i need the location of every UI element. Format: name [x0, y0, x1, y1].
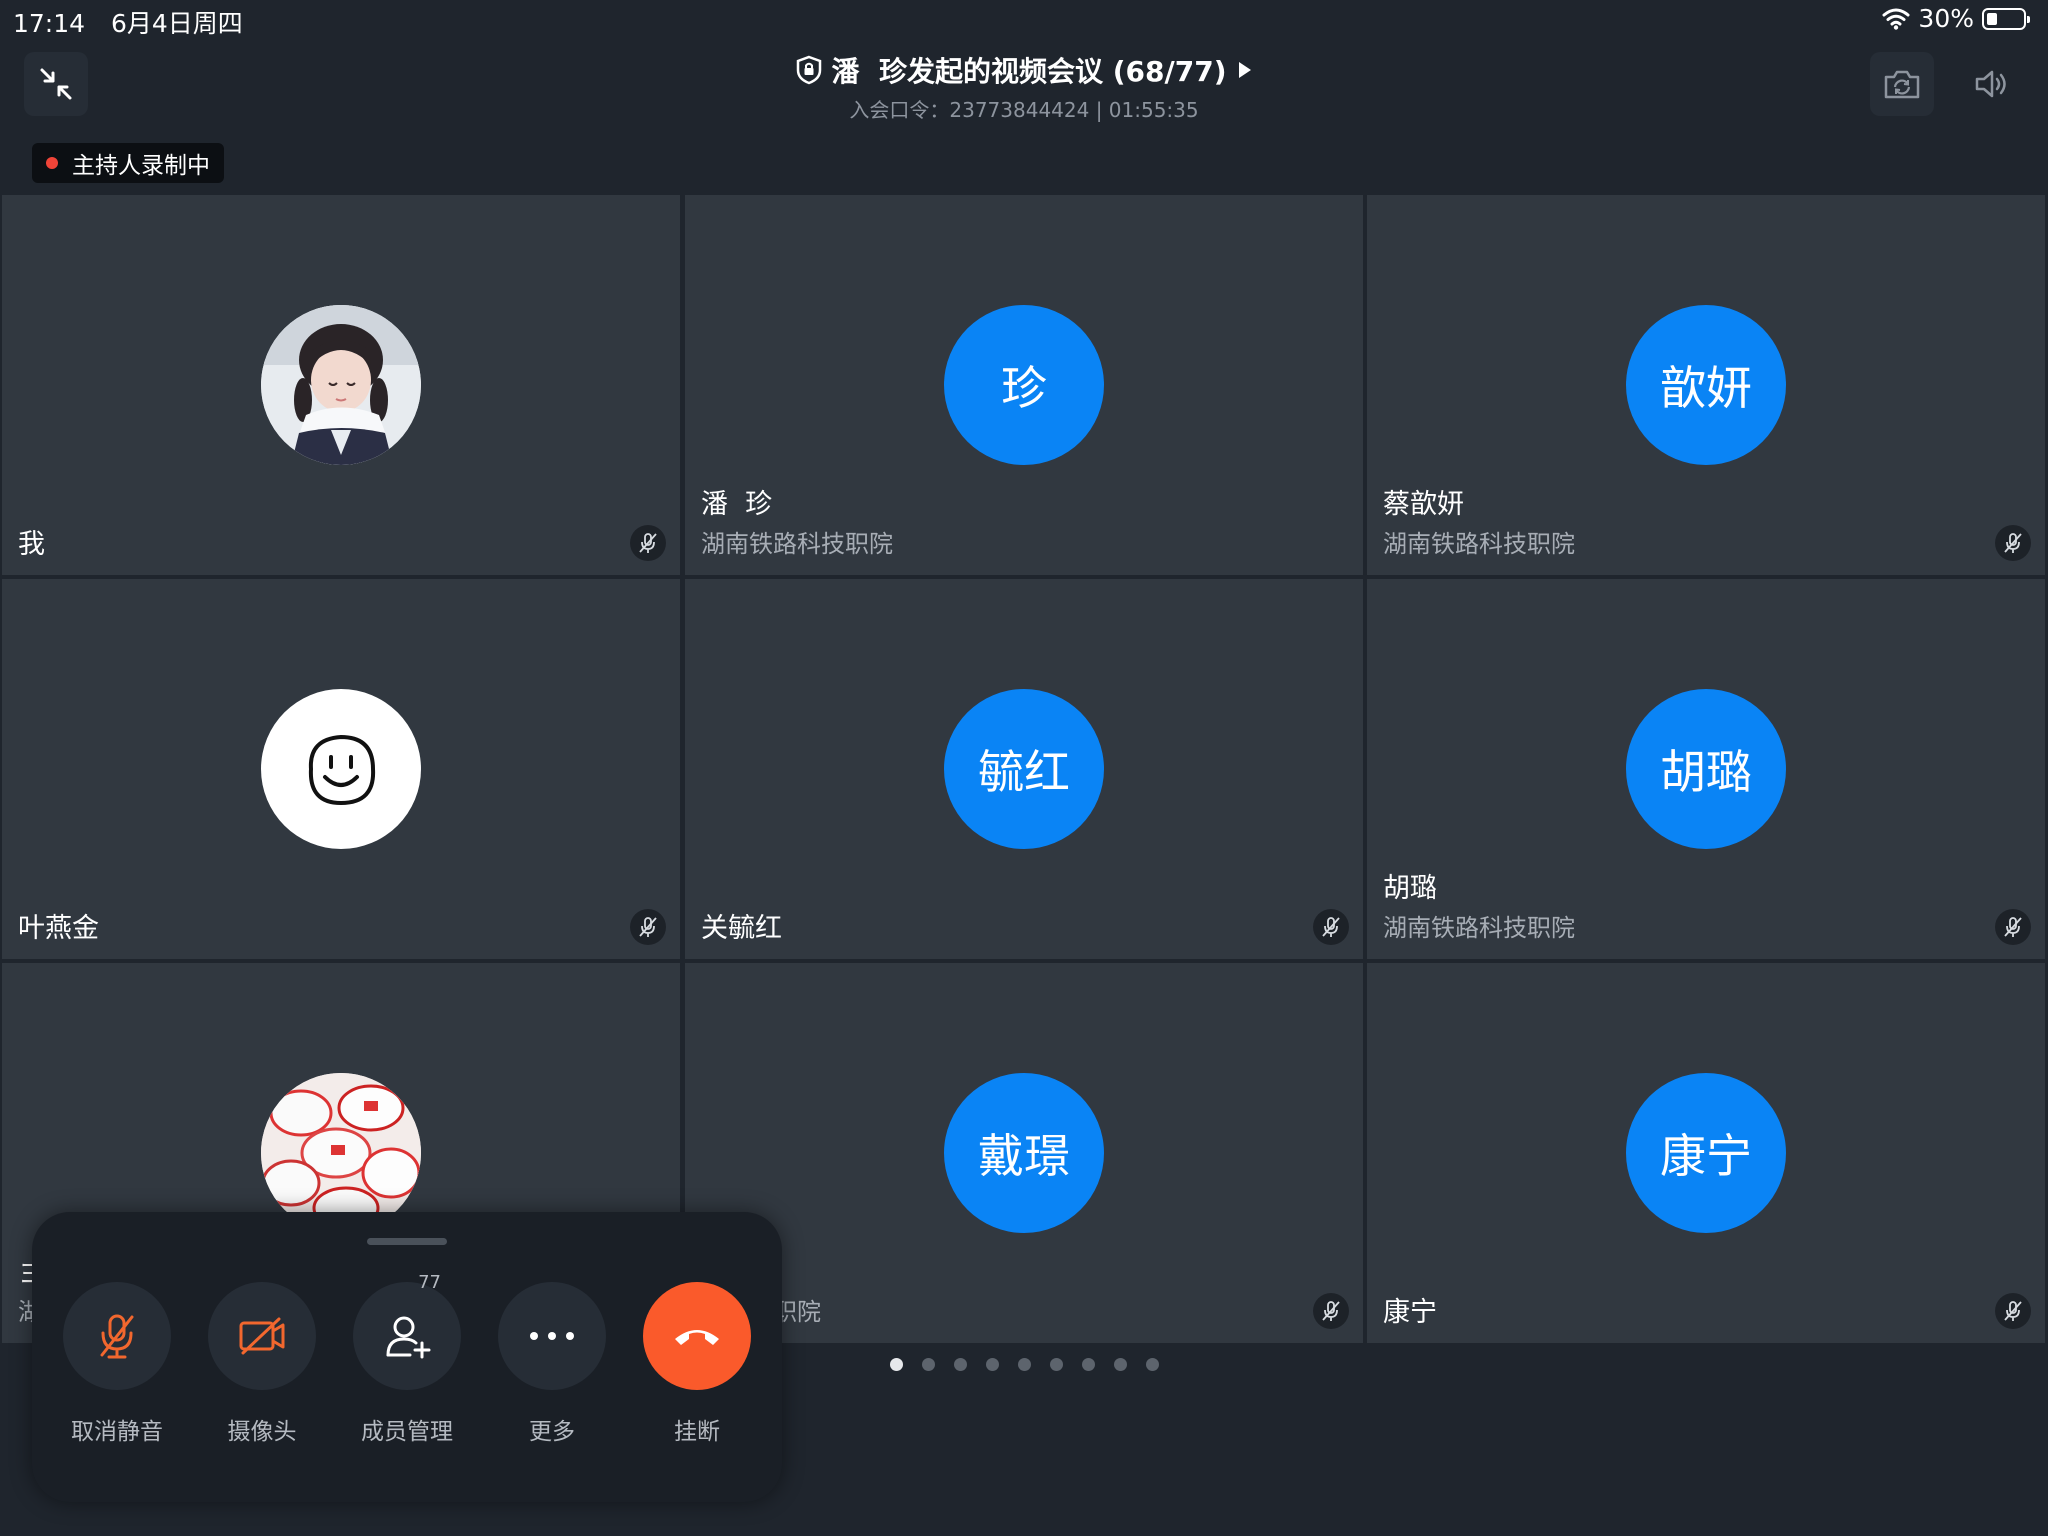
participant-grid: 我 珍 潘 珍 湖南铁路科技职院 歆妍 蔡歆妍 湖南铁路科技职院 叶燕金 毓红 … [0, 193, 2048, 1343]
more-dots-icon [530, 1332, 574, 1340]
camera-switch-button[interactable] [1870, 52, 1934, 116]
status-right: 30% [1882, 4, 2030, 33]
camera-off-icon [239, 1317, 285, 1355]
add-member-icon [386, 1316, 431, 1359]
mic-muted-icon [1313, 1293, 1349, 1329]
participant-tile-me[interactable]: 我 [2, 195, 680, 575]
status-time-date: 17:14 6月4日周四 [13, 4, 243, 40]
participant-tile[interactable]: 叶燕金 [2, 579, 680, 959]
participant-name: 关毓红 [701, 913, 782, 944]
panel-drag-handle[interactable] [367, 1238, 447, 1245]
status-time: 17:14 [13, 9, 86, 38]
hangup-label: 挂断 [674, 1419, 720, 1445]
battery-fill [1987, 12, 1997, 25]
hangup-circle[interactable] [643, 1282, 751, 1390]
more-button[interactable]: 更多 [496, 1282, 608, 1446]
hangup-phone-icon [675, 1330, 719, 1345]
battery-percent: 30% [1918, 4, 1974, 33]
speaker-button[interactable] [1960, 52, 2024, 116]
avatar-text: 戴璟 [978, 1129, 1070, 1183]
participant-name: 我 [18, 529, 45, 560]
mic-muted-icon [630, 909, 666, 945]
page-dot[interactable] [1145, 1358, 1159, 1371]
mic-off-icon [100, 1314, 134, 1359]
control-panel: 取消静音 摄像头 77 成员管理 更多 挂断 [32, 1212, 782, 1502]
meeting-title: 潘 珍发起的视频会议 (68/77) [831, 55, 1227, 88]
participant-name: 叶燕金 [18, 913, 99, 944]
page-dot[interactable] [1081, 1358, 1095, 1371]
avatar-smiley [261, 689, 421, 849]
avatar-text: 胡璐 [1660, 745, 1752, 799]
recording-dot-icon [46, 157, 58, 169]
more-label: 更多 [529, 1419, 575, 1445]
avatar-girl-image [261, 305, 421, 465]
unmute-label: 取消静音 [71, 1419, 163, 1445]
avatar-initials: 毓红 [944, 689, 1104, 849]
unmute-circle[interactable] [63, 1282, 171, 1390]
avatar-initials: 康宁 [1626, 1073, 1786, 1233]
participant-name: 蔡歆妍 [1383, 489, 1464, 520]
mic-muted-icon [1995, 909, 2031, 945]
meeting-title-button[interactable]: 潘 珍发起的视频会议 (68/77) [796, 50, 1253, 90]
participant-name: 康宁 [1383, 1297, 1437, 1328]
video-meeting-screen: 17:14 6月4日周四 30% 潘 珍发起的视频会议 (68/77) 入会口令… [0, 0, 2048, 1536]
speaker-icon [1975, 70, 2006, 98]
smiley-face-icon [308, 734, 376, 806]
page-dot[interactable] [1017, 1358, 1031, 1371]
avatar-text: 珍 [1001, 361, 1047, 415]
mic-muted-icon [1995, 525, 2031, 561]
lock-shield-icon [796, 55, 821, 85]
avatar-initials: 戴璟 [944, 1073, 1104, 1233]
recording-label: 主持人录制中 [72, 153, 210, 179]
participant-org: 湖南铁路科技职院 [701, 530, 893, 558]
page-dot[interactable] [1049, 1358, 1063, 1371]
participant-name: 潘 珍 [701, 489, 773, 520]
unmute-button[interactable]: 取消静音 [61, 1282, 173, 1446]
members-circle[interactable]: 77 [353, 1272, 461, 1390]
avatar-candy-image [261, 1073, 421, 1233]
meeting-header: 潘 珍发起的视频会议 (68/77) 入会口令：23773844424 | 01… [0, 50, 2048, 123]
camera-button[interactable]: 摄像头 [206, 1282, 318, 1446]
page-dot[interactable] [921, 1358, 935, 1371]
play-arrow-icon [1238, 62, 1251, 78]
avatar-text: 歆妍 [1660, 361, 1752, 415]
participant-tile[interactable]: 歆妍 蔡歆妍 湖南铁路科技职院 [1367, 195, 2045, 575]
mic-muted-icon [1313, 909, 1349, 945]
battery-icon [1982, 7, 2030, 30]
avatar-photo [261, 305, 421, 465]
mic-muted-icon [1995, 1293, 2031, 1329]
hangup-button[interactable]: 挂断 [641, 1282, 753, 1446]
page-dot[interactable] [1113, 1358, 1127, 1371]
participant-org: 湖南铁路科技职院 [1383, 914, 1575, 942]
camera-switch-icon [1884, 70, 1920, 99]
participant-tile[interactable]: 康宁 康宁 [1367, 963, 2045, 1343]
participant-tile[interactable]: 戴璟 路科技职院 [685, 963, 1363, 1343]
page-dot[interactable] [889, 1358, 903, 1371]
avatar-photo [261, 1073, 421, 1233]
recording-badge: 主持人录制中 [32, 143, 224, 183]
meeting-subtitle: 入会口令：23773844424 | 01:55:35 [849, 98, 1199, 122]
battery-tip [2027, 15, 2030, 23]
members-label: 成员管理 [361, 1419, 453, 1445]
avatar-initials: 歆妍 [1626, 305, 1786, 465]
participant-name: 胡璐 [1383, 873, 1437, 904]
avatar-initials: 珍 [944, 305, 1104, 465]
wifi-icon [1882, 8, 1910, 30]
avatar-text: 毓红 [978, 745, 1070, 799]
avatar-initials: 胡璐 [1626, 689, 1786, 849]
participant-tile[interactable]: 珍 潘 珍 湖南铁路科技职院 [685, 195, 1363, 575]
members-count: 77 [418, 1272, 441, 1293]
status-date: 6月4日周四 [111, 9, 243, 38]
participant-org: 湖南铁路科技职院 [1383, 530, 1575, 558]
participant-tile[interactable]: 胡璐 胡璐 湖南铁路科技职院 [1367, 579, 2045, 959]
mic-muted-icon [630, 525, 666, 561]
members-button[interactable]: 77 成员管理 [351, 1272, 463, 1446]
avatar-text: 康宁 [1660, 1129, 1752, 1183]
more-circle[interactable] [498, 1282, 606, 1390]
participant-tile[interactable]: 毓红 关毓红 [685, 579, 1363, 959]
camera-circle[interactable] [208, 1282, 316, 1390]
camera-label: 摄像头 [227, 1419, 297, 1445]
page-dot[interactable] [985, 1358, 999, 1371]
page-dot[interactable] [953, 1358, 967, 1371]
